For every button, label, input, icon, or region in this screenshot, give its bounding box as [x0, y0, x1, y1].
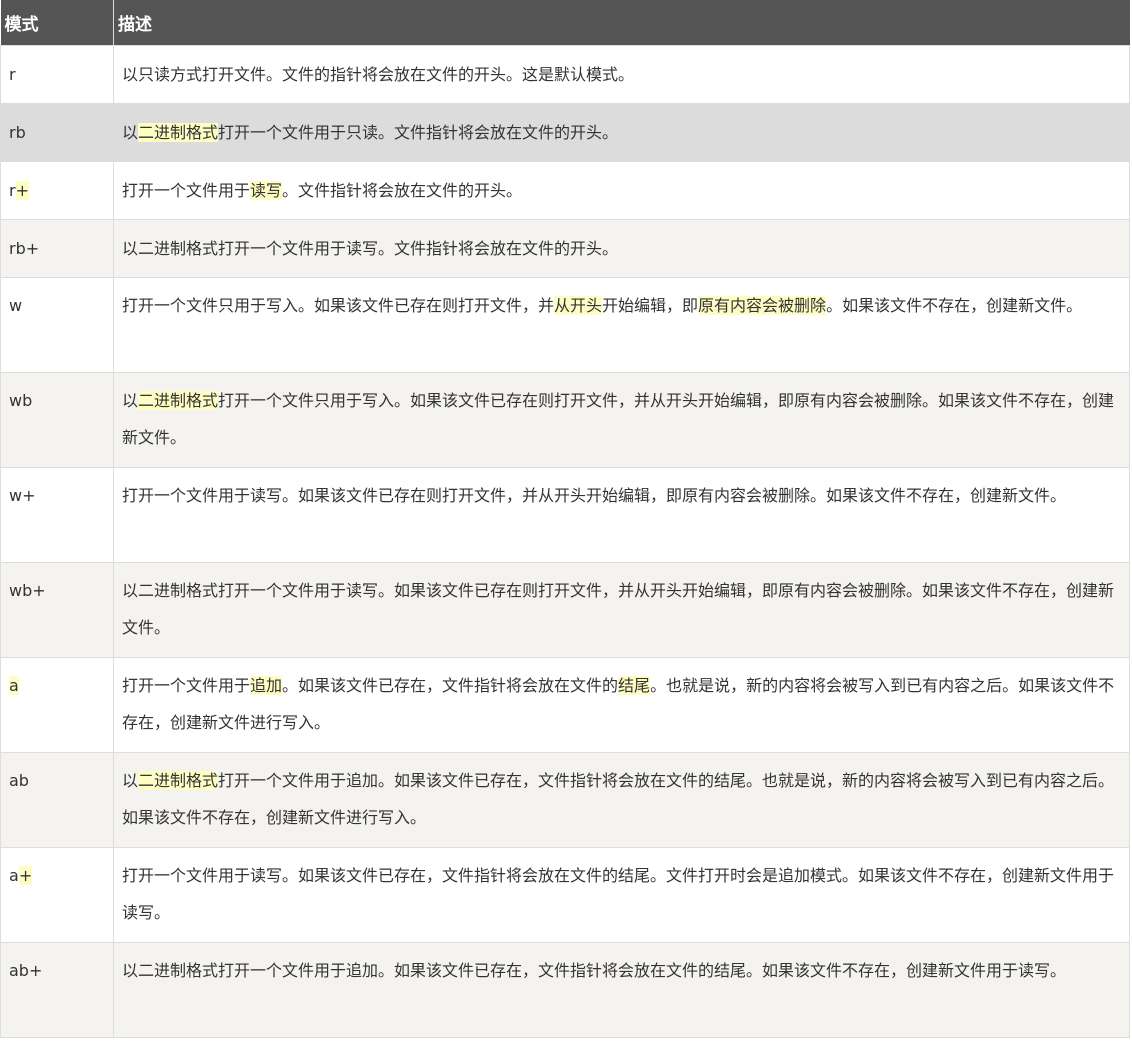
- table-row: w+ 打开一个文件用于读写。如果该文件已存在则打开文件，并从开头开始编辑，即原有…: [0, 466, 1130, 563]
- description-cell: 打开一个文件用于追加。如果该文件已存在，文件指针将会放在文件的结尾。也就是说，新…: [113, 656, 1130, 753]
- highlighted-text: 读写: [250, 180, 283, 200]
- mode-cell: w: [0, 276, 114, 373]
- description-cell: 打开一个文件用于读写。文件指针将会放在文件的开头。: [113, 160, 1130, 220]
- highlighted-text: 二进制格式: [138, 390, 219, 410]
- mode-cell: r: [0, 44, 114, 104]
- highlighted-text: 二进制格式: [138, 122, 219, 142]
- description-cell: 以二进制格式打开一个文件用于读写。文件指针将会放在文件的开头。: [113, 218, 1130, 278]
- table-row: rb 以二进制格式打开一个文件用于只读。文件指针将会放在文件的开头。: [0, 102, 1130, 162]
- mode-cell: wb+: [0, 561, 114, 658]
- table-row: w 打开一个文件只用于写入。如果该文件已存在则打开文件，并从开头开始编辑，即原有…: [0, 276, 1130, 373]
- highlighted-text: 结尾: [618, 675, 651, 695]
- table-row: r+ 打开一个文件用于读写。文件指针将会放在文件的开头。: [0, 160, 1130, 220]
- mode-cell: r+: [0, 160, 114, 220]
- description-cell: 以二进制格式打开一个文件用于追加。如果该文件已存在，文件指针将会放在文件的结尾。…: [113, 751, 1130, 848]
- table-row: rb+ 以二进制格式打开一个文件用于读写。文件指针将会放在文件的开头。: [0, 218, 1130, 278]
- mode-cell: a+: [0, 846, 114, 943]
- table-row: ab+ 以二进制格式打开一个文件用于追加。如果该文件已存在，文件指针将会放在文件…: [0, 941, 1130, 1038]
- mode-cell: ab: [0, 751, 114, 848]
- description-cell: 以二进制格式打开一个文件只用于写入。如果该文件已存在则打开文件，并从开头开始编辑…: [113, 371, 1130, 468]
- highlighted-text: a: [9, 675, 19, 695]
- header-description: 描述: [113, 0, 1130, 45]
- table-row: wb+ 以二进制格式打开一个文件用于读写。如果该文件已存在则打开文件，并从开头开…: [0, 561, 1130, 658]
- mode-cell: w+: [0, 466, 114, 563]
- highlighted-text: 原有内容会被删除: [698, 295, 827, 315]
- mode-cell: a: [0, 656, 114, 753]
- highlighted-text: 二进制格式: [138, 770, 219, 790]
- table-row: wb 以二进制格式打开一个文件只用于写入。如果该文件已存在则打开文件，并从开头开…: [0, 371, 1130, 468]
- description-cell: 以二进制格式打开一个文件用于追加。如果该文件已存在，文件指针将会放在文件的结尾。…: [113, 941, 1130, 1038]
- mode-cell: ab+: [0, 941, 114, 1038]
- header-mode: 模式: [0, 0, 114, 45]
- description-cell: 以二进制格式打开一个文件用于只读。文件指针将会放在文件的开头。: [113, 102, 1130, 162]
- table-row: a 打开一个文件用于追加。如果该文件已存在，文件指针将会放在文件的结尾。也就是说…: [0, 656, 1130, 753]
- description-cell: 以二进制格式打开一个文件用于读写。如果该文件已存在则打开文件，并从开头开始编辑，…: [113, 561, 1130, 658]
- table-row: r 以只读方式打开文件。文件的指针将会放在文件的开头。这是默认模式。: [0, 44, 1130, 104]
- table-row: ab 以二进制格式打开一个文件用于追加。如果该文件已存在，文件指针将会放在文件的…: [0, 751, 1130, 848]
- highlighted-text: 从开头: [554, 295, 603, 315]
- description-cell: 打开一个文件用于读写。如果该文件已存在，文件指针将会放在文件的结尾。文件打开时会…: [113, 846, 1130, 943]
- highlighted-text: 追加: [250, 675, 283, 695]
- mode-cell: wb: [0, 371, 114, 468]
- mode-cell: rb+: [0, 218, 114, 278]
- highlighted-text: +: [18, 865, 33, 885]
- mode-cell: rb: [0, 102, 114, 162]
- description-cell: 以只读方式打开文件。文件的指针将会放在文件的开头。这是默认模式。: [113, 44, 1130, 104]
- file-mode-table: 模式 描述 r 以只读方式打开文件。文件的指针将会放在文件的开头。这是默认模式。…: [0, 0, 1130, 1038]
- description-cell: 打开一个文件只用于写入。如果该文件已存在则打开文件，并从开头开始编辑，即原有内容…: [113, 276, 1130, 373]
- table-row: a+ 打开一个文件用于读写。如果该文件已存在，文件指针将会放在文件的结尾。文件打…: [0, 846, 1130, 943]
- highlighted-text: +: [15, 180, 29, 200]
- table-header-row: 模式 描述: [0, 0, 1130, 45]
- description-cell: 打开一个文件用于读写。如果该文件已存在则打开文件，并从开头开始编辑，即原有内容会…: [113, 466, 1130, 563]
